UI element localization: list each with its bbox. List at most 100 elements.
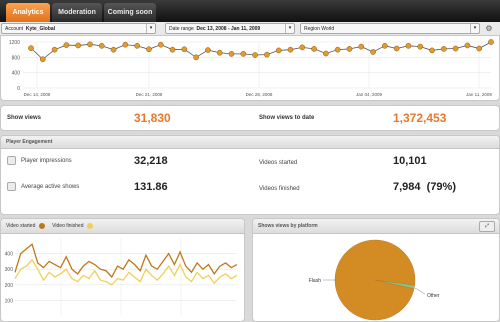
views-chart-panel: 1200 800 400 0 Dec 14, 2008 Dec 21, 2008 Dec 2…: [0, 35, 500, 101]
show-views-to-date-value: 1,372,453: [393, 111, 447, 125]
tab-analytics[interactable]: Analytics: [6, 3, 50, 22]
videos-finished-percent: (79%): [426, 181, 456, 193]
platform-chart-panel: Shows views by platform ⤢ Flash Other: [252, 218, 500, 322]
legend-finished-label: Video finished: [52, 223, 84, 229]
show-views-panel: Show views 31,830 Show views to date 1,3…: [0, 105, 500, 131]
views-data-point: [122, 41, 129, 48]
y-tick-label: 100: [5, 298, 14, 304]
views-data-point: [216, 49, 223, 56]
y-tick-label: 0: [17, 86, 20, 92]
views-data-point: [87, 41, 93, 48]
impressions-icon: [7, 156, 16, 165]
account-select[interactable]: Account Kyte_Global ▾: [1, 23, 156, 34]
views-data-point: [323, 50, 329, 57]
region-select[interactable]: Region World ▾: [300, 23, 480, 34]
video-chart-header: Video started Video finished: [1, 219, 244, 234]
views-data-point: [63, 42, 70, 48]
active-shows-value: 131.86: [134, 181, 168, 193]
y-tick-label: 400: [5, 252, 14, 258]
player-engagement-title: Player Engagement: [1, 136, 499, 149]
views-data-point: [193, 54, 199, 61]
views-data-point: [28, 45, 34, 51]
views-data-point: [275, 47, 282, 54]
tab-coming-soon[interactable]: Coming soon: [104, 3, 156, 22]
views-data-point: [452, 45, 459, 52]
pie-label-other: Other: [427, 293, 440, 299]
tab-moderation[interactable]: Moderation: [52, 3, 102, 22]
y-tick-label: 400: [12, 71, 21, 77]
date-range-label: Date range: [169, 26, 194, 32]
active-shows-label: Average active shows: [21, 184, 80, 190]
views-data-point: [264, 51, 270, 58]
show-views-to-date-label: Show views to date: [259, 115, 315, 121]
pie-label-flash: Flash: [309, 278, 321, 284]
player-engagement-panel: Player Engagement Player impressions 32,…: [0, 135, 500, 215]
top-nav-bar: Analytics Moderation Coming soon: [0, 0, 500, 22]
other-leader-line: [414, 287, 426, 295]
views-data-point: [488, 39, 494, 45]
views-data-point: [51, 46, 58, 53]
show-views-label: Show views: [7, 115, 42, 121]
views-data-point: [464, 42, 471, 49]
views-data-point: [228, 51, 235, 57]
y-tick-label: 1200: [9, 40, 20, 46]
videos-finished-label: Videos finished: [259, 186, 300, 192]
views-data-point: [98, 42, 105, 49]
expand-icon[interactable]: ⤢: [479, 221, 495, 232]
views-data-point: [393, 45, 400, 52]
impressions-label: Player impressions: [21, 158, 72, 164]
views-data-point: [476, 45, 483, 52]
legend-started-label: Video started: [6, 223, 36, 229]
views-data-point: [39, 56, 46, 63]
views-data-point: [417, 43, 424, 50]
views-data-point: [169, 46, 176, 53]
views-data-point: [370, 49, 376, 55]
videos-finished-count: 7,984: [393, 181, 421, 193]
platform-pie-chart: Flash Other: [309, 239, 440, 321]
video-chart-panel: Video started Video finished 400 300 200 10…: [0, 218, 245, 322]
account-label: Account: [5, 26, 24, 32]
views-data-point: [157, 41, 164, 48]
views-data-point: [240, 51, 247, 57]
views-data-point: [75, 42, 82, 49]
legend-finished-swatch: [86, 222, 93, 229]
x-tick-label: Dec 21, 2008: [136, 92, 163, 97]
videos-started-value: 10,101: [393, 155, 427, 167]
views-data-point: [405, 42, 412, 49]
x-tick-label: Jan 11, 2009: [466, 92, 492, 97]
account-value: Kyte_Global: [25, 26, 56, 32]
platform-chart-title: Shows views by platform ⤢: [253, 219, 499, 234]
views-data-point: [146, 46, 152, 53]
platform-chart-title-text: Shows views by platform: [258, 223, 318, 229]
chevron-down-icon: ▾: [146, 24, 155, 33]
settings-icon[interactable]: ⚙: [484, 24, 494, 34]
chevron-down-icon: ▾: [470, 24, 479, 33]
videos-finished-value: 7,984 (79%): [393, 181, 456, 193]
video-line-chart: 400 300 200 100: [5, 238, 238, 316]
videos-started-label: Videos started: [259, 160, 298, 166]
views-data-point: [358, 43, 365, 50]
views-data-point: [287, 46, 294, 53]
region-value: Region World: [304, 26, 335, 32]
y-tick-label: 200: [5, 283, 14, 289]
y-tick-label: 300: [5, 267, 14, 273]
date-range-value: Dec 13, 2008 - Jan 11, 2009: [196, 26, 261, 32]
video-started-line: [14, 243, 238, 279]
views-data-point: [205, 47, 211, 53]
views-line-chart: 1200 800 400 0 Dec 14, 2008 Dec 21, 2008 Dec 2…: [9, 39, 494, 97]
views-data-point: [440, 46, 447, 52]
views-data-point: [311, 46, 317, 52]
views-data-point: [134, 42, 141, 49]
views-data-point: [181, 46, 188, 53]
views-data-point: [110, 46, 117, 53]
x-tick-label: Dec 28, 2008: [246, 92, 273, 97]
y-tick-label: 800: [12, 55, 21, 61]
views-data-point: [346, 46, 353, 52]
views-data-point: [299, 44, 306, 51]
show-views-value: 31,830: [134, 111, 171, 125]
views-data-point: [381, 42, 388, 49]
date-range-select[interactable]: Date range Dec 13, 2008 - Jan 11, 2009 ▾: [165, 23, 295, 34]
x-tick-label: Dec 14, 2008: [24, 92, 51, 97]
active-shows-icon: [7, 182, 16, 191]
x-tick-label: Jan 04, 2009: [356, 92, 383, 97]
